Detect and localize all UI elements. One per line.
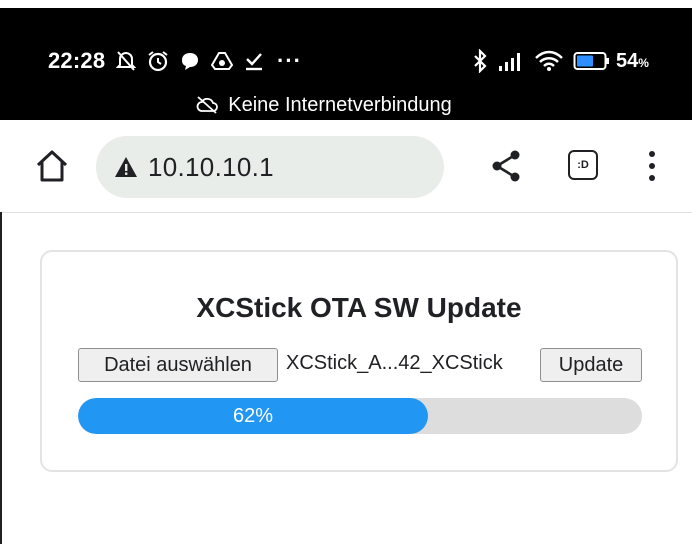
- progress-bar: 62%: [78, 398, 642, 434]
- bluetooth-icon: [474, 49, 487, 73]
- status-bar: 22:28 ··· 54% Keine Internetverbindung: [0, 8, 692, 120]
- address-bar[interactable]: 10.10.10.1: [96, 136, 444, 198]
- tab-count-label: :D: [577, 159, 589, 171]
- browser-toolbar: 10.10.10.1 :D: [0, 120, 692, 213]
- progress-fill: 62%: [78, 398, 428, 434]
- not-secure-warning-icon[interactable]: [114, 156, 138, 178]
- battery-icon: [573, 52, 609, 70]
- alarm-icon: [148, 51, 168, 72]
- status-time: 22:28: [48, 48, 106, 73]
- notification-icons: ···: [116, 48, 302, 74]
- offline-notice: Keine Internetverbindung: [0, 92, 692, 118]
- system-icons: 54%: [472, 48, 649, 74]
- more-notifications: ···: [277, 48, 302, 73]
- page-title: XCStick OTA SW Update: [196, 292, 522, 323]
- cloud-off-icon: [196, 96, 219, 114]
- battery-percent: 54%: [616, 49, 649, 72]
- window-edge: [0, 212, 2, 544]
- download-done-icon: [246, 53, 262, 71]
- tab-switcher-button[interactable]: :D: [568, 150, 598, 180]
- ota-update-card: XCStick OTA SW Update Datei auswählen XC…: [40, 250, 678, 472]
- signal-icon: [499, 53, 520, 71]
- update-button[interactable]: Update: [540, 348, 642, 382]
- url-text[interactable]: 10.10.10.1: [148, 152, 274, 183]
- selected-file-name: XCStick_A...42_XCStick: [286, 352, 503, 374]
- more-options-icon[interactable]: [644, 148, 660, 184]
- choose-file-button[interactable]: Datei auswählen: [78, 348, 278, 382]
- drive-icon: [211, 52, 233, 70]
- battery-unit: %: [638, 55, 649, 70]
- offline-text: Keine Internetverbindung: [228, 93, 452, 116]
- wifi-icon: [535, 50, 563, 71]
- home-icon[interactable]: [32, 146, 72, 186]
- share-icon[interactable]: [490, 148, 522, 184]
- chat-bubble-icon: [182, 53, 198, 70]
- progress-label: 62%: [232, 405, 274, 427]
- bell-muted-icon: [116, 51, 136, 71]
